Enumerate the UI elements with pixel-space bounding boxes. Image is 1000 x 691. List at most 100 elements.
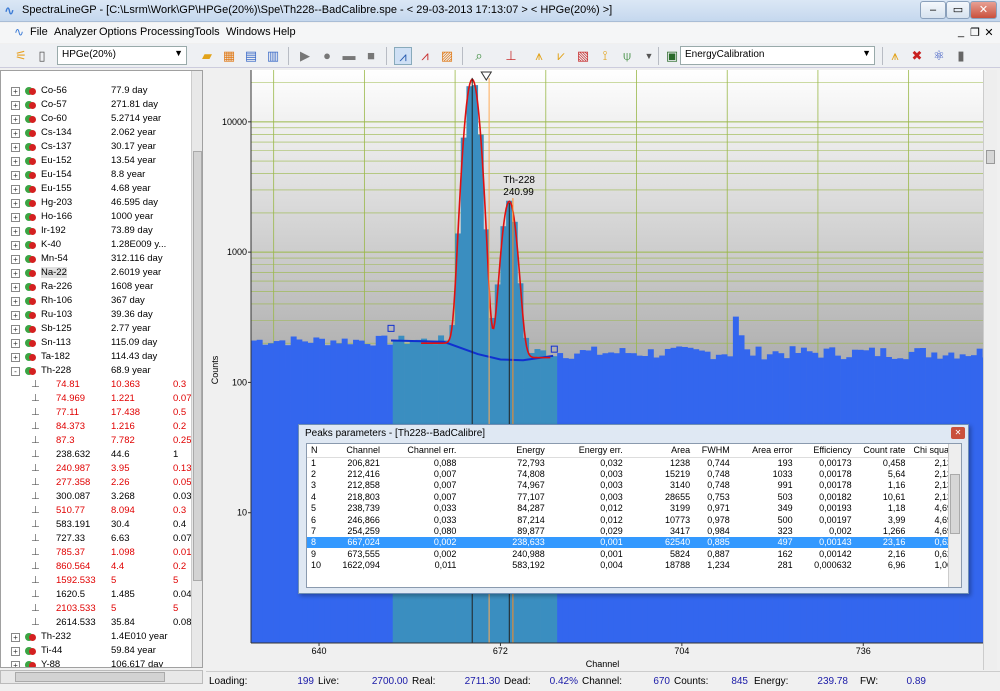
table-row[interactable]: 3 212,858 0,007 74,967 0,003 3140 0,748 991 0,00… xyxy=(307,480,961,491)
tree-item-gamma-line[interactable]: ⊥ 87.3 7.782 0.25 xyxy=(1,434,191,448)
image-view-icon[interactable]: ▨ xyxy=(438,47,456,65)
tree-horizontal-scrollbar[interactable] xyxy=(0,670,203,684)
expand-icon[interactable]: + xyxy=(11,115,20,124)
expand-icon[interactable]: + xyxy=(11,297,20,306)
tree-item-nuclide[interactable]: + Sn-113 115.09 day xyxy=(1,336,191,350)
tree-item-gamma-line[interactable]: ⊥ 300.087 3.268 0.03 xyxy=(1,490,191,504)
activity-icon[interactable]: ⟟ xyxy=(596,47,614,65)
tree-item-nuclide[interactable]: + Cs-134 2.062 year xyxy=(1,126,191,140)
table-row[interactable]: 4 218,803 0,007 77,107 0,003 28655 0,753 503 0,0… xyxy=(307,491,961,502)
peak-view-icon[interactable]: ⩘ xyxy=(416,47,434,65)
stop-icon[interactable]: ■ xyxy=(362,47,380,65)
tree-item-nuclide[interactable]: + Co-60 5.2714 year xyxy=(1,112,191,126)
table-row[interactable]: 6 246,866 0,033 87,214 0,012 10773 0,978 500 0,0… xyxy=(307,514,961,525)
tree-item-nuclide[interactable]: + Sb-125 2.77 year xyxy=(1,322,191,336)
expand-icon[interactable]: + xyxy=(11,185,20,194)
tree-vertical-scrollbar[interactable] xyxy=(191,71,202,667)
nuclide-tree[interactable]: + Co-56 77.9 day + Co-57 271.81 day + Co-60 5.27… xyxy=(0,70,203,668)
menu-windows[interactable]: Windows xyxy=(226,26,271,38)
tree-item-gamma-line[interactable]: ⊥ 74.969 1.221 0.07 xyxy=(1,392,191,406)
menu-tools[interactable]: Tools xyxy=(194,26,220,38)
dialog-close-button[interactable]: ✕ xyxy=(951,427,965,439)
expand-icon[interactable]: + xyxy=(11,353,20,362)
column-header[interactable]: Energy xyxy=(460,444,549,458)
calibrate-icon[interactable]: ⩚ xyxy=(530,47,548,65)
expand-icon[interactable]: + xyxy=(11,661,20,667)
tree-item-gamma-line[interactable]: ⊥ 1620.5 1.485 0.04 xyxy=(1,588,191,602)
tree-settings-icon[interactable]: ⚟ xyxy=(12,47,30,65)
expand-icon[interactable]: + xyxy=(11,241,20,250)
tree-item-nuclide[interactable]: + Eu-155 4.68 year xyxy=(1,182,191,196)
tree-item-nuclide[interactable]: + Mn-54 312.116 day xyxy=(1,252,191,266)
column-header[interactable]: FWHM xyxy=(694,444,734,458)
tree-item-nuclide[interactable]: + Ru-103 39.36 day xyxy=(1,308,191,322)
column-header[interactable]: Channel err. xyxy=(383,444,461,458)
delete-calibration-icon[interactable]: ✖ xyxy=(908,47,926,65)
tree-item-gamma-line[interactable]: ⊥ 77.11 17.438 0.5 xyxy=(1,406,191,420)
table-row[interactable]: 9 673,555 0,002 240,988 0,001 5824 0,887 162 0,0… xyxy=(307,548,961,559)
energy-scale-icon[interactable]: ⩗ xyxy=(552,47,570,65)
tree-item-nuclide[interactable]: + Cs-137 30.17 year xyxy=(1,140,191,154)
tree-item-nuclide[interactable]: + Na-22 2.6019 year xyxy=(1,266,191,280)
tree-item-gamma-line[interactable]: ⊥ 2614.533 35.84 0.08 xyxy=(1,616,191,630)
table-row[interactable]: 10 1622,094 0,011 583,192 0,004 18788 1,234 281… xyxy=(307,560,961,571)
table-row[interactable]: 2 212,416 0,007 74,808 0,003 15219 0,748 1033 0,… xyxy=(307,468,961,479)
menu-processing[interactable]: Processing xyxy=(140,26,194,38)
tree-item-nuclide[interactable]: + Co-57 271.81 day xyxy=(1,98,191,112)
save-icon[interactable]: ▦ xyxy=(220,47,238,65)
tree-item-nuclide[interactable]: - Th-228 68.9 year xyxy=(1,364,191,378)
column-header[interactable]: Efficiency xyxy=(796,444,856,458)
tree-item-nuclide[interactable]: + Eu-152 13.54 year xyxy=(1,154,191,168)
expand-icon[interactable]: + xyxy=(11,87,20,96)
molecule-icon[interactable]: ⚛ xyxy=(930,47,948,65)
expand-icon[interactable]: + xyxy=(11,171,20,180)
add-calibration-icon[interactable]: ⩚ xyxy=(886,47,904,65)
table-row[interactable]: 8 667,024 0,002 238,633 0,001 62540 0,885 497 0,… xyxy=(307,536,961,549)
peaks-parameters-dialog[interactable]: Peaks parameters - [Th228--BadCalibre] ✕… xyxy=(298,424,969,594)
tree-item-gamma-line[interactable]: ⊥ 510.77 8.094 0.3 xyxy=(1,504,191,518)
tree-item-gamma-line[interactable]: ⊥ 238.632 44.6 1 xyxy=(1,448,191,462)
detector-combo[interactable]: HPGe(20%) ▼ xyxy=(57,46,187,65)
table-row[interactable]: 1 206,821 0,088 72,793 0,032 1238 0,744 193 0,00… xyxy=(307,457,961,468)
menu-file[interactable]: File xyxy=(30,26,48,38)
compare-icon[interactable]: ▧ xyxy=(574,47,592,65)
tree-item-gamma-line[interactable]: ⊥ 860.564 4.4 0.2 xyxy=(1,560,191,574)
column-header[interactable]: Count rate xyxy=(855,444,910,458)
play-icon[interactable]: ▶ xyxy=(296,47,314,65)
close-button[interactable]: ✕ xyxy=(970,1,997,19)
search-peaks-icon[interactable]: ⌕ xyxy=(470,47,488,65)
column-header[interactable]: N xyxy=(307,444,329,458)
tree-item-nuclide[interactable]: + Ir-192 73.89 day xyxy=(1,224,191,238)
tree-item-nuclide[interactable]: + Rh-106 367 day xyxy=(1,294,191,308)
expand-icon[interactable]: + xyxy=(11,633,20,642)
spectrum-vertical-scrollbar[interactable] xyxy=(983,70,997,670)
clear-icon[interactable]: ▬ xyxy=(340,47,358,65)
maximize-button[interactable]: ▭ xyxy=(946,1,970,19)
tree-item-nuclide[interactable]: + Ra-226 1608 year xyxy=(1,280,191,294)
menu-analyzer[interactable]: Analyzer xyxy=(54,26,97,38)
expand-icon[interactable]: + xyxy=(11,213,20,222)
expand-icon[interactable]: + xyxy=(11,143,20,152)
column-header[interactable]: Area error xyxy=(733,444,797,458)
expand-icon[interactable]: + xyxy=(11,227,20,236)
column-header[interactable]: Area xyxy=(626,444,695,458)
table-row[interactable]: 7 254,259 0,080 89,877 0,029 3417 0,984 323 0,00… xyxy=(307,525,961,536)
dropdown-arrow-icon[interactable]: ▼ xyxy=(640,47,658,65)
library-icon[interactable]: ▮ xyxy=(952,47,970,65)
tree-item-gamma-line[interactable]: ⊥ 240.987 3.95 0.13 xyxy=(1,462,191,476)
record-icon[interactable]: ● xyxy=(318,47,336,65)
tree-item-nuclide[interactable]: + Co-56 77.9 day xyxy=(1,84,191,98)
tree-item-nuclide[interactable]: + Ta-182 114.43 day xyxy=(1,350,191,364)
menu-help[interactable]: Help xyxy=(273,26,296,38)
menu-options[interactable]: Options xyxy=(99,26,137,38)
calibration-combo[interactable]: EnergyCalibration ▼ xyxy=(680,46,875,65)
tree-item-gamma-line[interactable]: ⊥ 785.37 1.098 0.01 xyxy=(1,546,191,560)
open-folder-icon[interactable]: ▰ xyxy=(198,47,216,65)
tree-item-nuclide[interactable]: + Ti-44 59.84 year xyxy=(1,644,191,658)
column-header[interactable]: Energy err. xyxy=(548,444,627,458)
mdi-minimize-button[interactable]: _ xyxy=(954,26,968,38)
expand-icon[interactable]: + xyxy=(11,255,20,264)
expand-icon[interactable]: + xyxy=(11,339,20,348)
expand-icon[interactable]: + xyxy=(11,647,20,656)
tree-item-nuclide[interactable]: + Y-88 106.617 day xyxy=(1,658,191,667)
